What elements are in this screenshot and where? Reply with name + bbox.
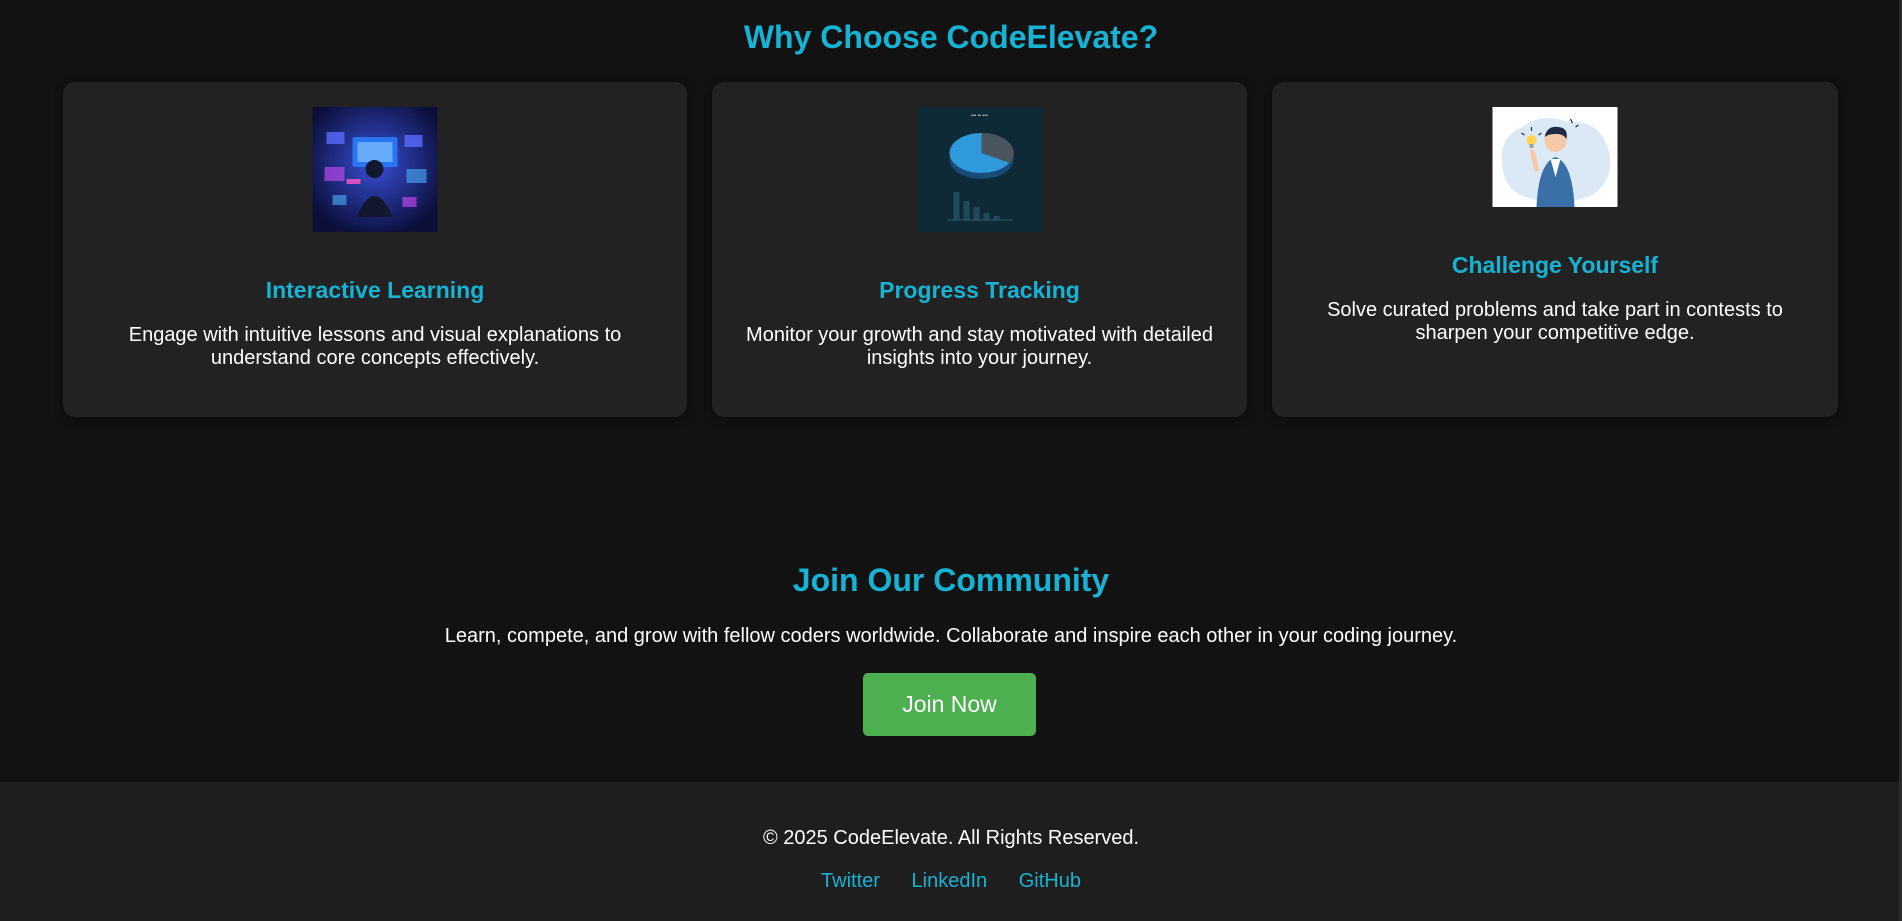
interactive-learning-illustration <box>312 107 438 232</box>
footer: © 2025 CodeElevate. All Rights Reserved.… <box>0 782 1902 921</box>
card-description: Solve curated problems and take part in … <box>1327 299 1783 344</box>
feature-card-interactive-learning: Interactive Learning Engage with intuiti… <box>63 82 687 417</box>
feature-card-progress-tracking: ••• •• ••• Progress Tracking Monitor you… <box>712 82 1247 417</box>
join-now-button[interactable]: Join Now <box>863 673 1036 736</box>
features-title: Why Choose CodeElevate? <box>743 19 1159 55</box>
card-title: Progress Tracking <box>879 277 1080 303</box>
community-title: Join Our Community <box>792 562 1110 598</box>
feature-card-challenge-yourself: Challenge Yourself Solve curated problem… <box>1272 82 1838 417</box>
footer-links: Twitter LinkedIn GitHub <box>0 870 1902 893</box>
svg-text:••• •• •••: ••• •• ••• <box>971 113 988 119</box>
community-text: Learn, compete, and grow with fellow cod… <box>444 625 1458 647</box>
copyright-text: © 2025 CodeElevate. All Rights Reserved. <box>762 827 1140 849</box>
page: Why Choose CodeElevate? Interactive Lear… <box>0 0 1902 921</box>
card-description: Engage with intuitive lessons and visual… <box>128 324 622 369</box>
card-description: Monitor your growth and stay motivated w… <box>746 324 1213 369</box>
idea-person-illustration <box>1492 107 1618 207</box>
twitter-link[interactable]: Twitter <box>821 870 880 892</box>
card-title: Interactive Learning <box>265 277 485 303</box>
card-title: Challenge Yourself <box>1451 252 1659 278</box>
github-link[interactable]: GitHub <box>1019 870 1081 892</box>
linkedin-link[interactable]: LinkedIn <box>912 870 988 892</box>
progress-chart-illustration: ••• •• ••• <box>917 107 1042 232</box>
